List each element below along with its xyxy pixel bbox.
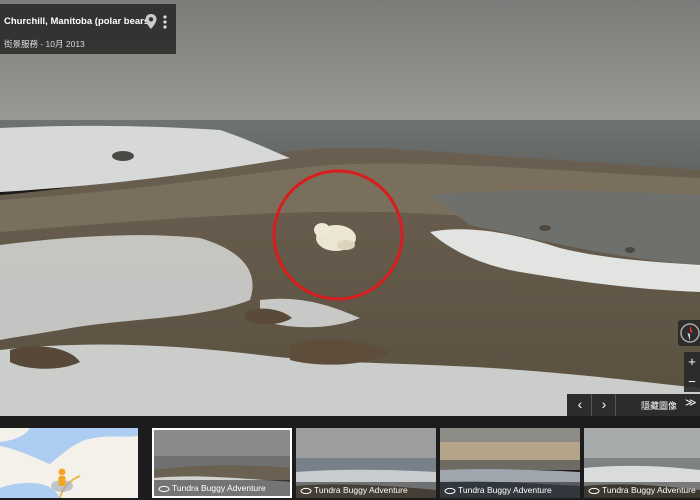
360-panorama-icon bbox=[158, 485, 170, 493]
zoom-in-button[interactable]: + bbox=[684, 352, 700, 372]
360-panorama-icon bbox=[444, 487, 456, 495]
thumbnail-label: Tundra Buggy Adventure bbox=[314, 485, 408, 495]
hide-imagery-button[interactable]: 隱藏圖像 bbox=[641, 399, 677, 412]
filmstrip-thumbnail[interactable]: Tundra Buggy Adventure bbox=[584, 428, 700, 498]
thumbnail-caption: Tundra Buggy Adventure bbox=[296, 482, 436, 498]
360-panorama-icon bbox=[300, 487, 312, 495]
thumbnail-label: Tundra Buggy Adventure bbox=[602, 485, 696, 495]
location-title: Churchill, Manitoba (polar bears) bbox=[4, 16, 153, 27]
collapse-icon[interactable]: ≫ bbox=[685, 396, 697, 409]
map-pin-icon[interactable] bbox=[144, 13, 158, 31]
thumbnail-label: Tundra Buggy Adventure bbox=[458, 485, 552, 495]
filmstrip-thumbnail[interactable]: Tundra Buggy Adventure bbox=[152, 428, 292, 498]
capture-date: 街景服務 - 10月 2013 bbox=[4, 39, 85, 49]
filmstrip-thumbnail[interactable]: Tundra Buggy Adventure bbox=[296, 428, 436, 498]
previous-button[interactable]: ‹ bbox=[569, 394, 592, 416]
thumbnail-label: Tundra Buggy Adventure bbox=[172, 483, 266, 493]
thumbnail-caption: Tundra Buggy Adventure bbox=[440, 482, 580, 498]
zoom-controls: + − bbox=[684, 352, 700, 392]
zoom-out-button[interactable]: − bbox=[684, 372, 700, 392]
thumbnail-caption: Tundra Buggy Adventure bbox=[154, 480, 290, 496]
next-button[interactable]: › bbox=[593, 394, 616, 416]
filmstrip-toolbar: ‹ › 隱藏圖像 ≫ bbox=[567, 394, 700, 416]
more-options-icon[interactable] bbox=[160, 13, 170, 31]
360-panorama-icon bbox=[588, 487, 600, 495]
street-view-panorama[interactable] bbox=[0, 0, 700, 416]
location-info-card: Churchill, Manitoba (polar bears) 街景服務 -… bbox=[0, 4, 176, 54]
thumbnail-caption: Tundra Buggy Adventure bbox=[584, 482, 700, 498]
compass-icon[interactable] bbox=[678, 320, 700, 346]
tundra-shoreline-scene bbox=[0, 0, 700, 416]
pegman-icon[interactable] bbox=[58, 468, 66, 487]
filmstrip-thumbnail[interactable]: Tundra Buggy Adventure bbox=[440, 428, 580, 498]
minimap[interactable] bbox=[0, 428, 138, 498]
